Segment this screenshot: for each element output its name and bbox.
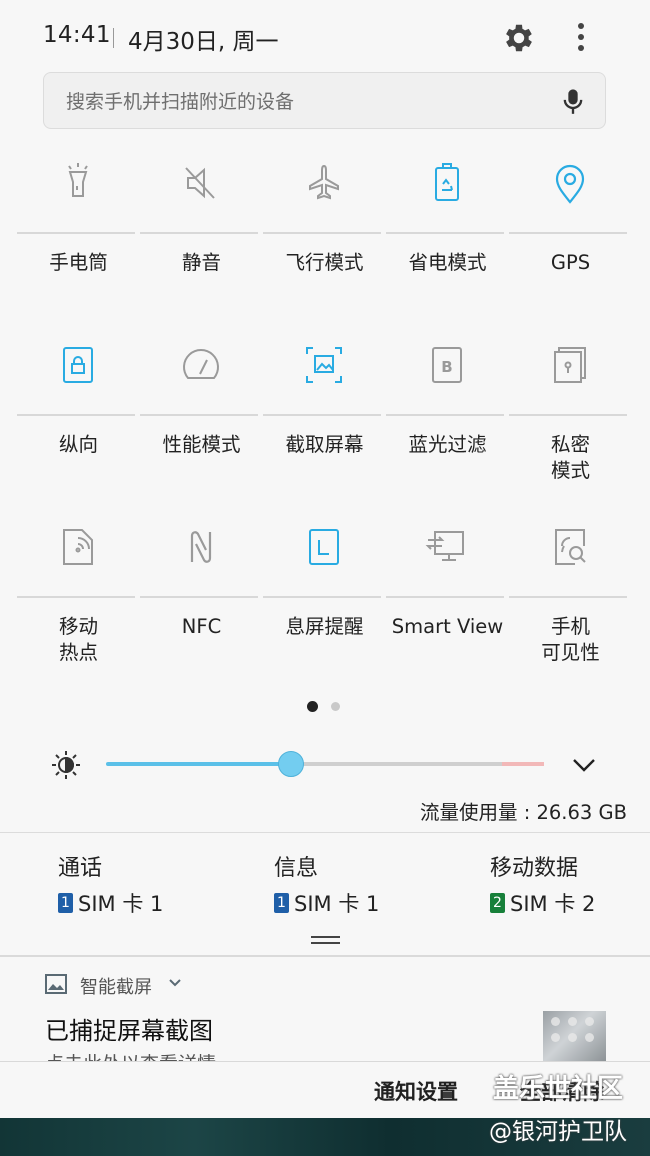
tile-label: 私密 模式 (550, 433, 590, 482)
brightness-icon (52, 751, 80, 779)
microphone-icon[interactable] (559, 87, 587, 115)
image-icon (45, 974, 67, 994)
tile-smart-view[interactable]: Smart View (386, 522, 509, 702)
watermark-credit: @银河护卫队 (489, 1119, 627, 1145)
search-input[interactable] (64, 73, 538, 130)
tile-label: NFC (181, 615, 222, 638)
notification-text: 点击此处以查看详情 (45, 1049, 216, 1061)
flashlight-icon (68, 163, 88, 197)
tile-label: 息屏提醒 (285, 615, 364, 638)
search-bar[interactable] (43, 72, 606, 130)
battery-saver-icon (435, 163, 459, 201)
sim-messages[interactable]: 信息 1 SIM 卡 1 (274, 850, 379, 918)
portrait-lock-icon (63, 347, 93, 383)
tile-airplane[interactable]: 飞行模式 (263, 158, 386, 338)
tile-label: 飞行模式 (285, 251, 364, 274)
tile-label: Smart View (391, 615, 504, 638)
status-time: 14:41 (43, 22, 111, 48)
sim-messages-title: 信息 (274, 856, 319, 881)
tile-always-on-display[interactable]: 息屏提醒 (263, 522, 386, 702)
tile-label: 纵向 (58, 433, 98, 456)
tile-label: 性能模式 (162, 433, 241, 456)
private-mode-icon (554, 347, 586, 383)
brightness-track-high[interactable] (502, 762, 544, 766)
tile-flashlight[interactable]: 手电筒 (17, 158, 140, 338)
page-indicator[interactable] (331, 702, 340, 711)
tile-label: GPS (550, 251, 591, 274)
svg-text:B: B (441, 358, 452, 376)
sim-badge: 2 (490, 893, 505, 913)
divider (0, 832, 650, 833)
location-pin-icon (555, 164, 585, 204)
notification-card[interactable]: 智能截屏 已捕捉屏幕截图 点击此处以查看详情 (0, 957, 650, 1061)
speedometer-icon (183, 349, 219, 379)
brightness-track[interactable] (292, 762, 502, 766)
tile-portrait[interactable]: 纵向 (17, 340, 140, 520)
status-date[interactable]: 4月30日, 周一 (128, 22, 279, 56)
tile-hotspot[interactable]: 移动 热点 (17, 522, 140, 702)
notification-app-name: 智能截屏 (80, 977, 152, 998)
sim-mobile-data-value: SIM 卡 2 (510, 892, 596, 916)
data-usage-text: 流量使用量 : 26.63 GB (420, 801, 627, 824)
notification-footer: 通知设置 全部清除 盖乐世社区 (0, 1061, 650, 1119)
brightness-track-filled[interactable] (106, 762, 292, 766)
brightness-slider-thumb[interactable] (278, 751, 304, 777)
tile-screenshot[interactable]: 截取屏幕 (263, 340, 386, 520)
device-visibility-icon (555, 529, 586, 565)
tile-label: 静音 (181, 251, 221, 274)
tile-private-mode[interactable]: 私密 模式 (509, 340, 632, 520)
wallpaper-strip: @银河护卫队 (0, 1118, 650, 1156)
watermark-text: 盖乐世社区 (493, 1074, 624, 1104)
always-on-display-icon (309, 529, 339, 565)
tile-label: 移动 热点 (58, 615, 98, 664)
tile-power-saving[interactable]: 省电模式 (386, 158, 509, 338)
sim-badge: 1 (58, 893, 73, 913)
notification-settings-button[interactable]: 通知设置 (374, 1076, 458, 1106)
screenshot-thumbnail[interactable] (543, 1011, 606, 1061)
screenshot-icon (306, 347, 342, 383)
sim-calls-title: 通话 (58, 856, 103, 881)
mute-icon (185, 167, 215, 199)
panel-drag-handle[interactable] (311, 942, 340, 944)
tile-performance[interactable]: 性能模式 (140, 340, 263, 520)
page-indicator-active[interactable] (307, 701, 318, 712)
hotspot-icon (63, 529, 93, 565)
sim-calls[interactable]: 通话 1 SIM 卡 1 (58, 850, 163, 918)
tile-device-visibility[interactable]: 手机 可见性 (509, 522, 632, 702)
airplane-icon (309, 164, 339, 200)
tile-blue-light-filter[interactable]: B 蓝光过滤 (386, 340, 509, 520)
tile-label: 蓝光过滤 (408, 433, 487, 456)
sim-badge: 1 (274, 893, 289, 913)
notification-title: 已捕捉屏幕截图 (45, 1017, 213, 1045)
smart-view-icon (425, 531, 464, 561)
sim-calls-value: SIM 卡 1 (78, 892, 164, 916)
nfc-icon (190, 531, 212, 563)
settings-gear-icon[interactable] (501, 20, 537, 56)
sim-mobile-data[interactable]: 移动数据 2 SIM 卡 2 (490, 850, 595, 918)
blue-light-filter-icon: B (432, 347, 462, 383)
tile-label: 手机 可见性 (541, 615, 600, 664)
tile-sound[interactable]: 静音 (140, 158, 263, 338)
tile-label: 手电筒 (49, 251, 108, 274)
sim-messages-value: SIM 卡 1 (294, 892, 380, 916)
sim-mobile-data-title: 移动数据 (490, 856, 579, 881)
tile-label: 省电模式 (408, 251, 487, 274)
status-separator (113, 28, 114, 48)
chevron-down-icon[interactable] (570, 752, 598, 778)
tile-label: 截取屏幕 (285, 433, 364, 456)
tile-nfc[interactable]: NFC (140, 522, 263, 702)
panel-drag-handle[interactable] (311, 936, 340, 938)
tile-gps[interactable]: GPS (509, 158, 632, 338)
chevron-down-icon[interactable] (168, 977, 182, 989)
more-options-icon[interactable] (568, 20, 594, 56)
